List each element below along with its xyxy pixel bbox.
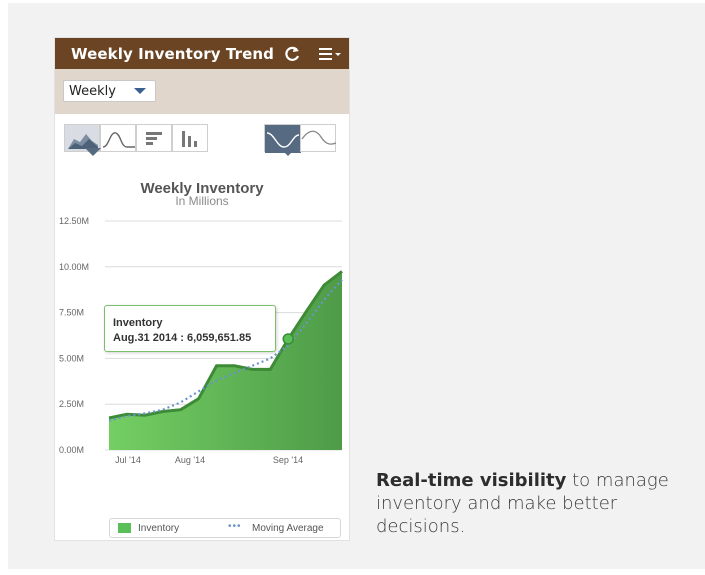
tooltip-value: Aug.31 2014 : 6,059,651.85 (113, 332, 252, 344)
legend-item-moving-average[interactable]: Moving Average (252, 523, 324, 534)
x-tick-label: Jul '14 (115, 455, 141, 465)
inventory-chart: Weekly Inventory In Millions 12.50M10.00… (59, 148, 343, 465)
x-tick-label: Sep '14 (273, 455, 303, 465)
moving-average-legend-swatch: ••• (228, 521, 242, 532)
inventory-widget: Weekly Inventory Trend Weekly Weekly Inv… (55, 38, 349, 540)
promo-text: Real-time visibility to manage inventory… (376, 469, 676, 538)
x-tick-label: Aug '14 (175, 455, 205, 465)
y-tick-label: 5.00M (59, 353, 84, 363)
hovered-data-point[interactable] (282, 333, 294, 345)
legend-item-inventory[interactable]: Inventory (138, 523, 179, 534)
inventory-area (109, 271, 342, 450)
active-trend-pointer (280, 148, 296, 156)
active-chart-pointer (85, 148, 101, 156)
y-tick-label: 10.00M (59, 262, 89, 272)
y-tick-label: 12.50M (59, 216, 89, 226)
y-tick-label: 7.50M (59, 308, 84, 318)
inventory-legend-swatch (118, 523, 131, 533)
chart-subtitle: In Millions (175, 194, 228, 208)
promo-highlight: Real-time visibility (376, 470, 567, 491)
y-tick-label: 0.00M (59, 445, 84, 455)
chart-legend: Inventory ••• Moving Average (109, 518, 341, 538)
y-tick-label: 2.50M (59, 399, 84, 409)
tooltip-series-name: Inventory (113, 317, 163, 329)
data-tooltip: Inventory Aug.31 2014 : 6,059,651.85 (104, 305, 276, 352)
